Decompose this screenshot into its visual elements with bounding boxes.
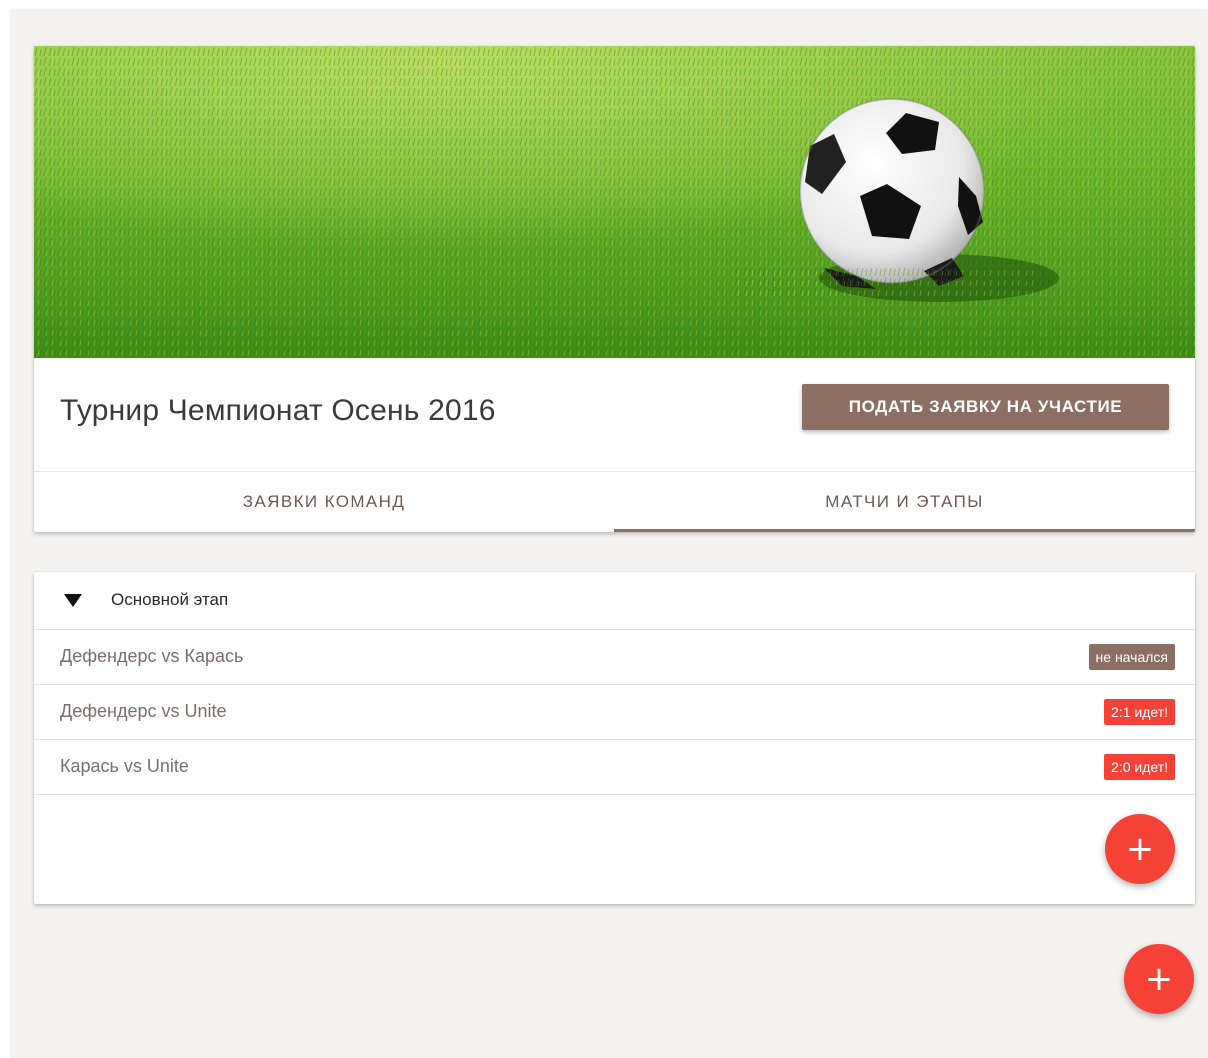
tab-bar: ЗАЯВКИ КОМАНД МАТЧИ И ЭТАПЫ	[34, 472, 1195, 532]
stage-card: Основной этап Дефендерс vs Карась не нач…	[34, 572, 1195, 904]
add-stage-button[interactable]: +	[1124, 944, 1194, 1014]
caret-down-icon[interactable]	[64, 594, 82, 607]
status-badge: 2:0 идет!	[1104, 754, 1175, 780]
tournament-card: Турнир Чемпионат Осень 2016 ПОДАТЬ ЗАЯВК…	[34, 46, 1195, 532]
stage-header[interactable]: Основной этап	[34, 572, 1195, 630]
match-row[interactable]: Дефендерс vs Unite 2:1 идет!	[34, 685, 1195, 740]
match-name: Карась vs Unite	[60, 756, 189, 776]
page-background: Турнир Чемпионат Осень 2016 ПОДАТЬ ЗАЯВК…	[11, 11, 1208, 1058]
tab-team-applications[interactable]: ЗАЯВКИ КОМАНД	[34, 472, 614, 532]
match-row[interactable]: Дефендерс vs Карась не начался	[34, 630, 1195, 685]
tournament-header: Турнир Чемпионат Осень 2016 ПОДАТЬ ЗАЯВК…	[34, 358, 1195, 472]
plus-icon: +	[1125, 829, 1155, 869]
add-match-button[interactable]: +	[1105, 814, 1175, 884]
hero-image	[34, 46, 1195, 358]
apply-button[interactable]: ПОДАТЬ ЗАЯВКУ НА УЧАСТИЕ	[802, 384, 1169, 430]
status-badge: не начался	[1088, 644, 1175, 670]
page-title: Турнир Чемпионат Осень 2016	[60, 394, 496, 427]
stage-name: Основной этап	[111, 590, 229, 609]
status-badge: 2:1 идет!	[1104, 699, 1175, 725]
soccer-ball-on-grass-image	[34, 46, 1195, 358]
match-name: Дефендерс vs Карась	[60, 646, 244, 666]
match-row[interactable]: Карась vs Unite 2:0 идет!	[34, 740, 1195, 795]
active-tab-indicator	[614, 529, 1195, 532]
match-name: Дефендерс vs Unite	[60, 701, 227, 721]
tab-matches-and-stages[interactable]: МАТЧИ И ЭТАПЫ	[614, 472, 1195, 532]
plus-icon: +	[1144, 959, 1174, 999]
